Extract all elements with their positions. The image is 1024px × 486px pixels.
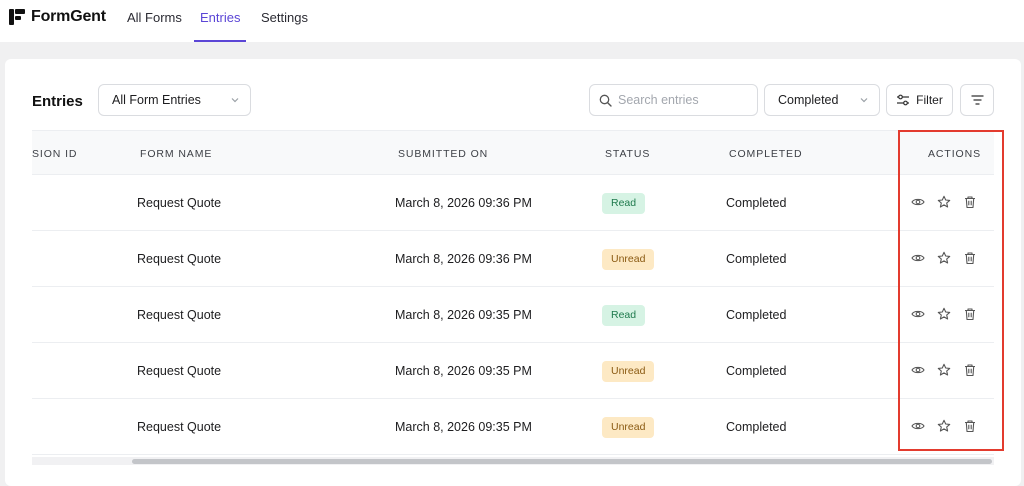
completed-cell: Completed (726, 252, 787, 266)
completed-cell: Completed (726, 308, 787, 322)
top-nav-bar: FormGent All Forms Entries Settings (0, 0, 1024, 42)
status-select-value: Completed (778, 93, 839, 107)
formgent-logo-icon (9, 9, 25, 25)
filter-button-label: Filter (916, 93, 943, 107)
form-name-cell: Request Quote (137, 308, 222, 322)
column-form-name[interactable]: FORM NAME (140, 148, 212, 160)
star-icon (937, 251, 951, 264)
star-entry-button[interactable] (937, 251, 951, 265)
delete-entry-button[interactable] (963, 419, 977, 433)
view-entry-button[interactable] (911, 307, 925, 321)
form-select-dropdown[interactable]: All Form Entries (98, 84, 251, 116)
column-status[interactable]: STATUS (605, 148, 650, 160)
tab-entries[interactable]: Entries (200, 10, 240, 25)
trash-icon (965, 420, 975, 433)
form-name-cell: Request Quote (137, 196, 222, 210)
search-box[interactable] (589, 84, 758, 116)
search-icon (599, 94, 612, 107)
table-row[interactable]: Request Quote March 8, 2026 09:35 PM Unr… (32, 399, 994, 455)
star-entry-button[interactable] (937, 195, 951, 209)
column-completed[interactable]: COMPLETED (729, 148, 802, 160)
chevron-down-icon (860, 98, 868, 103)
star-entry-button[interactable] (937, 307, 951, 321)
table-row[interactable]: Request Quote March 8, 2026 09:36 PM Unr… (32, 231, 994, 287)
completed-cell: Completed (726, 196, 787, 210)
submitted-on-cell: March 8, 2026 09:36 PM (395, 196, 532, 210)
completed-cell: Completed (726, 420, 787, 434)
star-entry-button[interactable] (937, 419, 951, 433)
column-actions: ACTIONS (928, 148, 981, 160)
submitted-on-cell: March 8, 2026 09:36 PM (395, 252, 532, 266)
status-select-dropdown[interactable]: Completed (764, 84, 880, 116)
app-logo[interactable]: FormGent (8, 7, 106, 27)
tab-all-forms[interactable]: All Forms (127, 10, 182, 25)
table-header: SION ID FORM NAME SUBMITTED ON STATUS CO… (32, 130, 994, 175)
eye-icon (911, 422, 925, 430)
view-entry-button[interactable] (911, 363, 925, 377)
eye-icon (911, 366, 925, 374)
completed-cell: Completed (726, 364, 787, 378)
delete-entry-button[interactable] (963, 195, 977, 209)
submitted-on-cell: March 8, 2026 09:35 PM (395, 364, 532, 378)
column-submission-id[interactable]: SION ID (32, 148, 77, 160)
tab-settings[interactable]: Settings (261, 10, 308, 25)
status-badge: Unread (602, 417, 655, 438)
filter-button[interactable]: Filter (886, 84, 953, 116)
delete-entry-button[interactable] (963, 307, 977, 321)
submitted-on-cell: March 8, 2026 09:35 PM (395, 420, 532, 434)
form-name-cell: Request Quote (137, 252, 222, 266)
table-row[interactable]: Request Quote March 8, 2026 09:35 PM Rea… (32, 287, 994, 343)
star-icon (937, 419, 951, 432)
star-icon (937, 195, 951, 208)
trash-icon (965, 196, 975, 209)
form-select-value: All Form Entries (112, 93, 201, 107)
delete-entry-button[interactable] (963, 363, 977, 377)
view-entry-button[interactable] (911, 195, 925, 209)
entries-card: Entries All Form Entries Completed Filte… (5, 59, 1021, 486)
sort-lines-icon (970, 95, 984, 105)
submitted-on-cell: March 8, 2026 09:35 PM (395, 308, 532, 322)
page-title: Entries (32, 93, 83, 110)
column-submitted-on[interactable]: SUBMITTED ON (398, 148, 488, 160)
star-icon (937, 307, 951, 320)
search-input[interactable] (618, 93, 748, 107)
chevron-down-icon (231, 98, 239, 103)
form-name-cell: Request Quote (137, 364, 222, 378)
active-tab-indicator (194, 40, 246, 42)
trash-icon (965, 364, 975, 377)
view-entry-button[interactable] (911, 251, 925, 265)
status-badge: Read (602, 305, 646, 326)
eye-icon (911, 198, 925, 206)
horizontal-scrollbar-thumb[interactable] (132, 459, 992, 464)
status-badge: Unread (602, 249, 655, 270)
table-row[interactable]: Request Quote March 8, 2026 09:36 PM Rea… (32, 175, 994, 231)
view-entry-button[interactable] (911, 419, 925, 433)
form-name-cell: Request Quote (137, 420, 222, 434)
eye-icon (911, 254, 925, 262)
sliders-icon (897, 94, 910, 106)
status-badge: Read (602, 193, 646, 214)
app-name: FormGent (31, 8, 106, 25)
table-row[interactable]: Request Quote March 8, 2026 09:35 PM Unr… (32, 343, 994, 399)
trash-icon (965, 308, 975, 321)
star-icon (937, 363, 951, 376)
delete-entry-button[interactable] (963, 251, 977, 265)
star-entry-button[interactable] (937, 363, 951, 377)
eye-icon (911, 310, 925, 318)
trash-icon (965, 252, 975, 265)
sort-button[interactable] (960, 84, 994, 116)
status-badge: Unread (602, 361, 655, 382)
